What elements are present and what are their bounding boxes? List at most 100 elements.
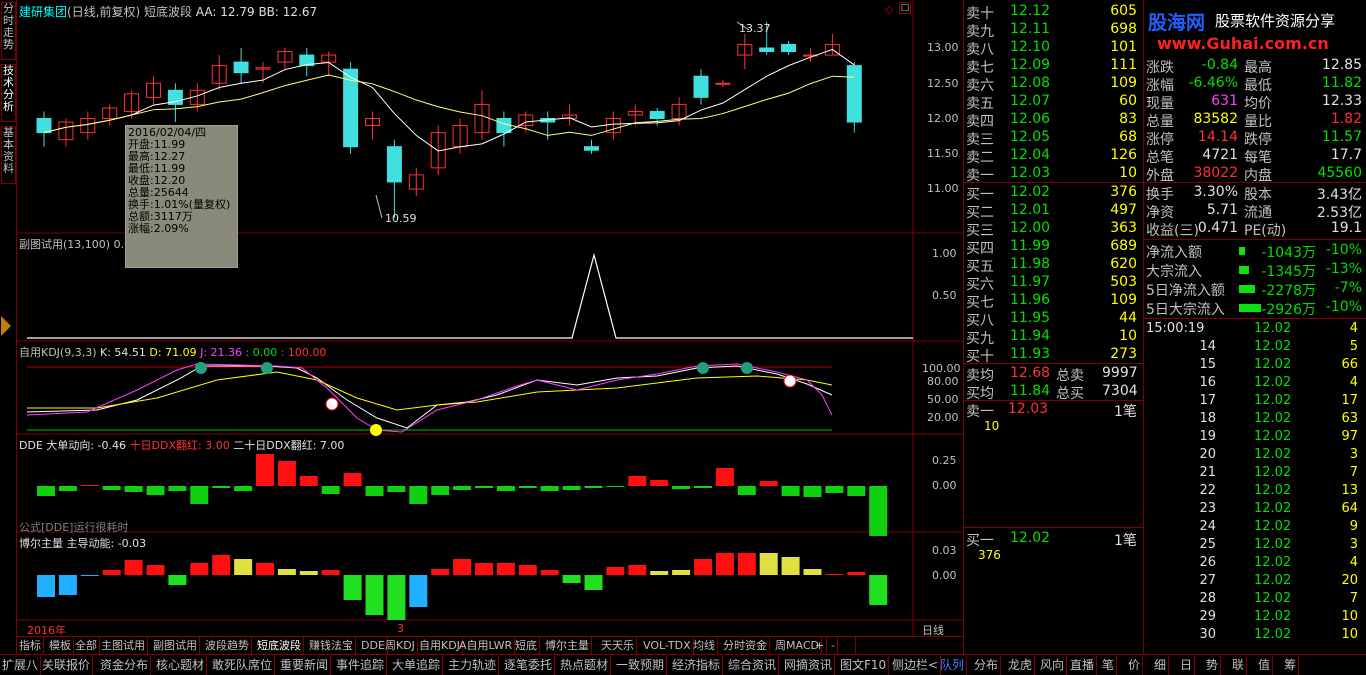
close-icon[interactable]: □ bbox=[899, 2, 911, 14]
indicator-tab[interactable]: 博尔主量 bbox=[543, 637, 592, 655]
function-tab[interactable]: 图文F10 bbox=[838, 656, 890, 675]
function-tab[interactable]: 核心题材 bbox=[154, 656, 208, 675]
indicator-tab[interactable]: 均线 bbox=[691, 637, 718, 655]
candle-body[interactable] bbox=[715, 82, 731, 85]
dde-bar bbox=[847, 486, 866, 496]
ask-row[interactable]: 卖七 12.09 111 bbox=[964, 57, 1143, 76]
kline-chart[interactable] bbox=[17, 0, 963, 636]
function-tab[interactable]: 风向 bbox=[1038, 656, 1068, 675]
diamond-icon[interactable]: ◇ bbox=[885, 3, 893, 16]
tick-row: 18 12.02 63 bbox=[1199, 411, 1358, 426]
candle-body[interactable] bbox=[233, 61, 249, 74]
function-tab[interactable]: 联 bbox=[1230, 656, 1248, 675]
bid-row[interactable]: 买二 12.01 497 bbox=[964, 202, 1143, 221]
ask-row[interactable]: 卖十 12.12 605 bbox=[964, 3, 1143, 22]
indicator-tab[interactable]: 模板 bbox=[47, 637, 74, 655]
ask-row[interactable]: 卖八 12.10 101 bbox=[964, 39, 1143, 58]
indicator-tab[interactable]: 周KDJ bbox=[383, 637, 418, 655]
function-tab[interactable]: 综合资讯 bbox=[726, 656, 780, 675]
function-tab[interactable]: 队列 bbox=[938, 656, 968, 675]
function-tab[interactable]: 价 bbox=[1126, 656, 1144, 675]
function-tab[interactable]: 敢死队席位 bbox=[210, 656, 276, 675]
candle-body[interactable] bbox=[649, 110, 665, 119]
bo-bar bbox=[212, 555, 231, 575]
function-tab[interactable]: 重要新闻 bbox=[278, 656, 332, 675]
function-tab[interactable]: 侧边栏< bbox=[890, 656, 942, 675]
function-tab[interactable]: 资金分布 bbox=[98, 656, 152, 675]
ask-row[interactable]: 卖二 12.04 126 bbox=[964, 147, 1143, 166]
indicator-tab[interactable]: 天天乐 bbox=[599, 637, 637, 655]
ask-row[interactable]: 卖五 12.07 60 bbox=[964, 93, 1143, 112]
tab-intraday[interactable]: 分时走势 bbox=[1, 2, 16, 60]
bid-row[interactable]: 买七 11.96 109 bbox=[964, 292, 1143, 311]
dde-bar bbox=[453, 486, 472, 490]
tab-scroll[interactable] bbox=[851, 637, 856, 655]
indicator-tab[interactable]: 短底 bbox=[513, 637, 540, 655]
bid-row[interactable]: 买九 11.94 10 bbox=[964, 328, 1143, 347]
function-tab[interactable]: 直播 bbox=[1068, 656, 1098, 675]
function-tab[interactable]: 逐笔委托 bbox=[502, 656, 556, 675]
tab-fundamentals[interactable]: 基本资料 bbox=[1, 126, 16, 184]
indicator-tab[interactable]: 分时资金 bbox=[721, 637, 770, 655]
bid-row[interactable]: 买三 12.00 363 bbox=[964, 220, 1143, 239]
ask-row[interactable]: 卖四 12.06 83 bbox=[964, 111, 1143, 130]
bo-tick: 0.00 bbox=[932, 569, 957, 582]
high-label: 13.37 bbox=[739, 22, 771, 35]
candle-body[interactable] bbox=[36, 118, 52, 134]
bo-bar bbox=[737, 553, 756, 575]
indicator-tab[interactable]: VOL-TDX bbox=[641, 637, 694, 655]
function-tab[interactable]: 扩展八 bbox=[0, 656, 42, 675]
candle-body[interactable] bbox=[846, 65, 862, 123]
expand-arrow-icon[interactable] bbox=[1, 316, 11, 336]
candle-body[interactable] bbox=[759, 47, 775, 53]
function-tab[interactable]: 关联报价 bbox=[40, 656, 94, 675]
ask-row[interactable]: 卖六 12.08 109 bbox=[964, 75, 1143, 94]
indicator-tab[interactable]: 副图试用 bbox=[151, 637, 200, 655]
indicator-tab[interactable]: - bbox=[829, 637, 838, 655]
function-tab[interactable]: 经济指标 bbox=[670, 656, 724, 675]
bid-row[interactable]: 买四 11.99 689 bbox=[964, 238, 1143, 257]
buy1-queue[interactable]: 买一 12.02 1笔 bbox=[964, 530, 1143, 549]
function-tab[interactable]: 大单追踪 bbox=[390, 656, 444, 675]
candle-body[interactable] bbox=[781, 43, 797, 53]
bid-row[interactable]: 买一 12.02 376 bbox=[964, 184, 1143, 203]
function-tab[interactable]: 筹 bbox=[1282, 656, 1300, 675]
function-tab[interactable]: 值 bbox=[1256, 656, 1274, 675]
function-tab[interactable]: 龙虎 bbox=[1006, 656, 1036, 675]
indicator-tab[interactable]: + bbox=[813, 637, 828, 655]
bo-bar bbox=[453, 559, 472, 575]
candle-body[interactable] bbox=[386, 146, 402, 183]
indicator-tab[interactable]: 主图试用 bbox=[99, 637, 148, 655]
dde-bar bbox=[672, 486, 691, 489]
candle-body[interactable] bbox=[496, 118, 512, 134]
function-tab[interactable]: 网摘资讯 bbox=[782, 656, 836, 675]
function-tab[interactable]: 事件追踪 bbox=[334, 656, 388, 675]
function-tab[interactable]: 笔 bbox=[1100, 656, 1118, 675]
bid-row[interactable]: 买五 11.98 620 bbox=[964, 256, 1143, 275]
ask-row[interactable]: 卖三 12.05 68 bbox=[964, 129, 1143, 148]
tick-row: 21 12.02 7 bbox=[1199, 465, 1358, 480]
function-tab[interactable]: 分布 bbox=[972, 656, 1002, 675]
bid-row[interactable]: 买八 11.95 44 bbox=[964, 310, 1143, 329]
ask-row[interactable]: 卖一 12.03 10 bbox=[964, 165, 1143, 184]
indicator-tab[interactable]: 短底波段 bbox=[255, 637, 304, 655]
indicator-tab[interactable]: 波段趋势 bbox=[203, 637, 252, 655]
indicator-tab[interactable]: 指标 bbox=[17, 637, 44, 655]
candle-body[interactable] bbox=[584, 146, 599, 151]
dde-bar bbox=[628, 476, 647, 486]
candle-body[interactable] bbox=[693, 75, 709, 98]
bid-row[interactable]: 买十 11.93 273 bbox=[964, 346, 1143, 365]
indicator-tab[interactable]: 赚钱法宝 bbox=[307, 637, 356, 655]
indicator-tab[interactable]: A自用LWR bbox=[457, 637, 516, 655]
function-tab[interactable]: 主力轨迹 bbox=[446, 656, 500, 675]
indicator-tab[interactable]: 全部 bbox=[73, 637, 100, 655]
function-tab[interactable]: 细 bbox=[1152, 656, 1170, 675]
function-tab[interactable]: 一致预期 bbox=[614, 656, 668, 675]
tab-technical[interactable]: 技术分析 bbox=[1, 64, 16, 122]
sell1-queue[interactable]: 卖一 12.03 1笔 bbox=[964, 401, 1143, 420]
bid-row[interactable]: 买六 11.97 503 bbox=[964, 274, 1143, 293]
ask-row[interactable]: 卖九 12.11 698 bbox=[964, 21, 1143, 40]
function-tab[interactable]: 势 bbox=[1204, 656, 1222, 675]
function-tab[interactable]: 日 bbox=[1178, 656, 1196, 675]
function-tab[interactable]: 热点题材 bbox=[558, 656, 612, 675]
